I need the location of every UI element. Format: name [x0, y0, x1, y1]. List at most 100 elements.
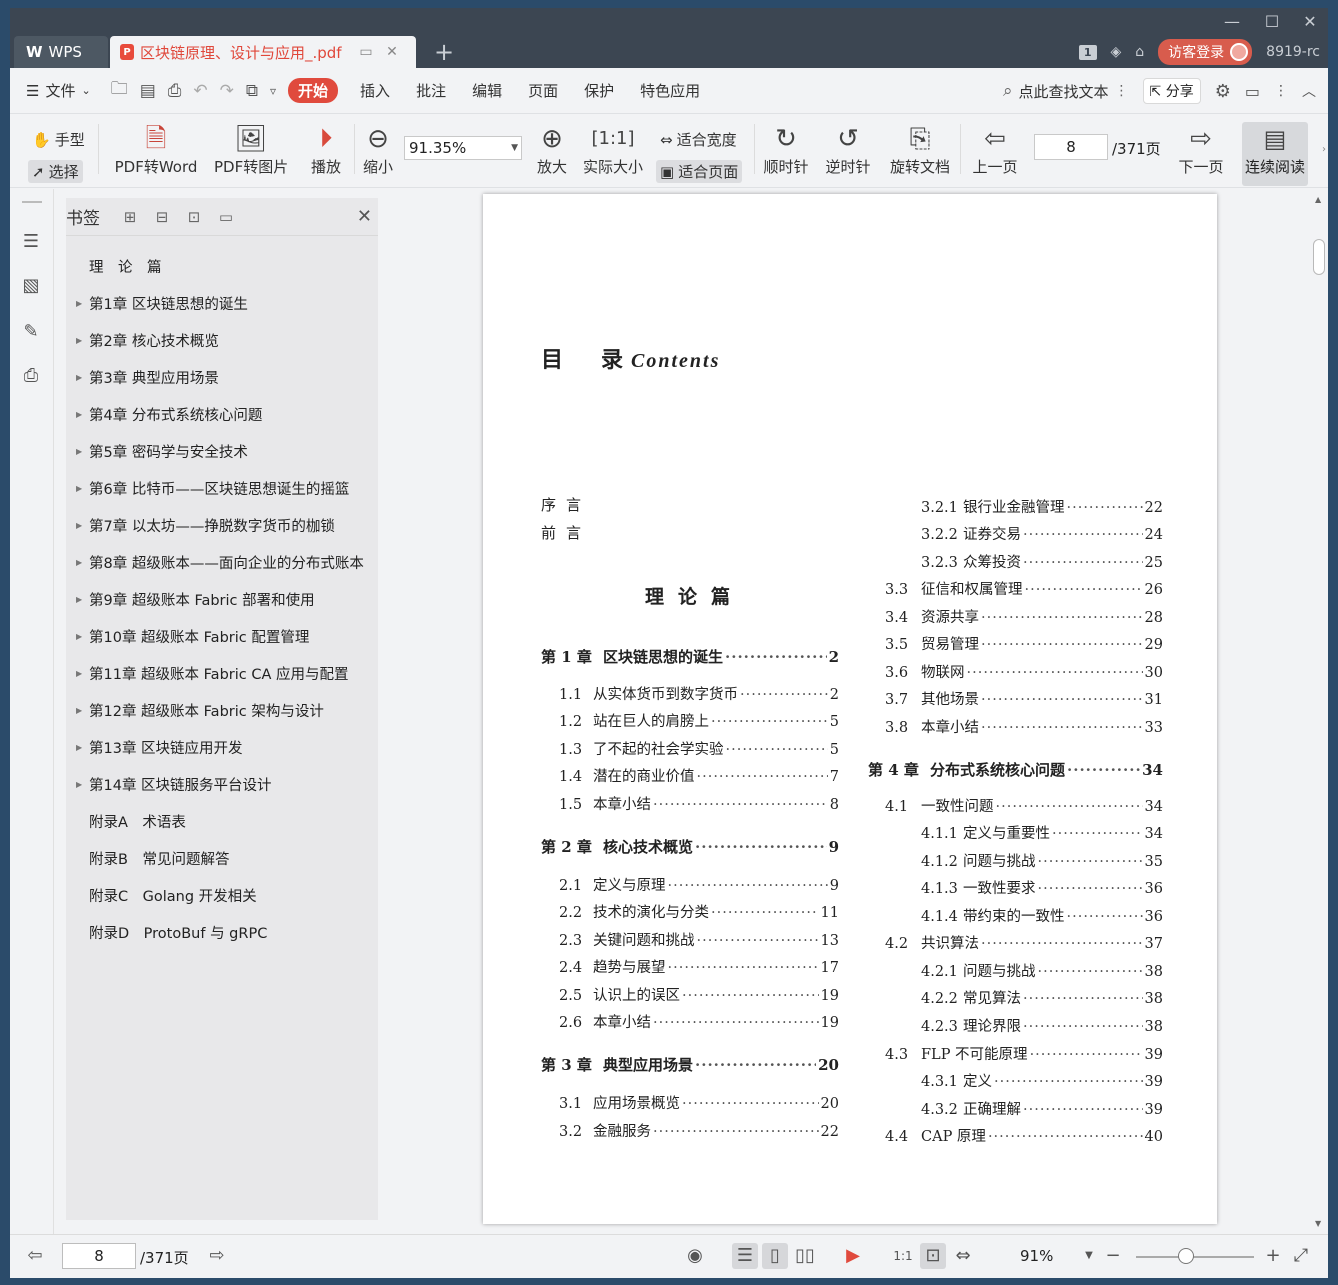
expand-triangle-icon[interactable]: ▶ [66, 595, 89, 604]
collapse-ribbon-icon[interactable]: ︿ [1302, 81, 1316, 101]
bookmark-list-icon[interactable]: ☰ [20, 231, 42, 253]
toc-entry[interactable]: 2.5 认识上的误区 19 [559, 984, 839, 1005]
expand-triangle-icon[interactable]: ▶ [66, 484, 89, 493]
bookmark-item[interactable]: ▶ 第6章 比特币——区块链思想诞生的摇篮 [66, 470, 378, 507]
bookmark-item[interactable]: ▶ 第5章 密码学与安全技术 [66, 433, 378, 470]
collapse-all-icon[interactable]: ⊟ [154, 208, 170, 226]
fit-width-small-icon[interactable]: ⇔ [950, 1243, 976, 1269]
toc-entry[interactable]: 3.2 金融服务 22 [559, 1120, 839, 1141]
pdf-to-image-button[interactable]: 🖼 PDF转图片 [214, 122, 288, 177]
zoom-out-button[interactable]: ⊖ 缩小 [360, 122, 396, 177]
ribbon-scroll-right-icon[interactable]: › [1322, 144, 1326, 155]
toc-entry[interactable]: 1.4 潜在的商业价值 7 [559, 765, 839, 786]
expand-triangle-icon[interactable]: ▶ [66, 410, 89, 419]
toc-entry[interactable]: 1.1 从实体货币到数字货币 2 [559, 683, 839, 704]
zoom-slider-knob[interactable] [1178, 1248, 1194, 1264]
continuous-view-icon[interactable]: ☰ [732, 1243, 758, 1269]
status-page-input[interactable]: 8 [62, 1243, 136, 1269]
toc-entry[interactable]: 4.2.1 问题与挑战 38 [921, 960, 1163, 981]
menu-comment[interactable]: 批注 [416, 80, 446, 101]
bookmark-item[interactable]: 附录D ProtoBuf 与 gRPC [66, 914, 378, 951]
export-icon[interactable]: ⧉ [246, 81, 258, 101]
menu-insert[interactable]: 插入 [360, 80, 390, 101]
toc-entry[interactable]: 2.2 技术的演化与分类 11 [559, 901, 839, 922]
open-folder-icon[interactable]: 🗀 [111, 76, 128, 105]
scroll-down-arrow-icon[interactable]: ▼ [1315, 1219, 1321, 1228]
bookmark-item[interactable]: ▶ 第2章 核心技术概览 [66, 322, 378, 359]
toc-entry[interactable]: 3.2.1 银行业金融管理 22 [921, 496, 1163, 517]
expand-triangle-icon[interactable]: ▶ [66, 780, 89, 789]
menu-start[interactable]: 开始 [288, 78, 339, 103]
close-window-icon[interactable]: ✕ [1300, 12, 1320, 31]
monitor-icon[interactable]: ▭ [356, 44, 376, 60]
toc-entry[interactable]: 1.3 了不起的社会学实验 5 [559, 738, 839, 759]
toc-preface[interactable]: 序言 [541, 494, 591, 515]
add-bookmark-icon[interactable]: ⊡ [186, 208, 202, 226]
toc-entry[interactable]: 4.1.3 一致性要求 36 [921, 877, 1163, 898]
scroll-up-arrow-icon[interactable]: ▲ [1315, 195, 1321, 204]
bookmark-item[interactable]: ▶ 第1章 区块链思想的诞生 [66, 285, 378, 322]
toc-entry[interactable]: 2.6 本章小结 19 [559, 1011, 839, 1032]
expand-triangle-icon[interactable]: ▶ [66, 669, 89, 678]
menu-page[interactable]: 页面 [528, 80, 558, 101]
bookmark-item[interactable]: ▶ 第9章 超级账本 Fabric 部署和使用 [66, 581, 378, 618]
document-tab[interactable]: P 区块链原理、设计与应用_.pdf ▭ ✕ [110, 36, 416, 68]
close-tab-icon[interactable]: ✕ [382, 44, 402, 60]
expand-triangle-icon[interactable]: ▶ [66, 706, 89, 715]
save-icon[interactable]: ▤ [140, 81, 156, 101]
comment-bubble-icon[interactable]: ▭ [1245, 82, 1260, 101]
close-panel-icon[interactable]: ✕ [357, 206, 372, 227]
hand-tool-button[interactable]: ✋ 手型 [28, 128, 89, 151]
toc-entry[interactable]: 2.4 趋势与展望 17 [559, 956, 839, 977]
next-page-button[interactable]: ⇨ 下一页 [1176, 122, 1226, 177]
expand-triangle-icon[interactable]: ▶ [66, 521, 89, 530]
more-dropdown-icon[interactable]: ▿ [270, 84, 276, 98]
double-page-view-icon[interactable]: ▯▯ [792, 1243, 818, 1269]
expand-triangle-icon[interactable]: ▶ [66, 447, 89, 456]
expand-triangle-icon[interactable]: ▶ [66, 558, 89, 567]
toc-entry[interactable]: 4.1.4 带约束的一致性 36 [921, 905, 1163, 926]
bookmark-item[interactable]: 附录C Golang 开发相关 [66, 877, 378, 914]
rotate-document-button[interactable]: ⎘ 旋转文档 [888, 122, 952, 177]
more-options-icon[interactable]: ⋮ [1274, 83, 1288, 99]
toc-entry[interactable]: 4.1.2 问题与挑战 35 [921, 850, 1163, 871]
expand-triangle-icon[interactable]: ▶ [66, 632, 89, 641]
bookmark-item[interactable]: ▶ 第14章 区块链服务平台设计 [66, 766, 378, 803]
menu-special[interactable]: 特色应用 [640, 80, 700, 101]
bookmark-item[interactable]: ▶ 第3章 典型应用场景 [66, 359, 378, 396]
fullscreen-icon[interactable]: ⤢ [1288, 1243, 1314, 1269]
continuous-reading-button[interactable]: ▤ 连续阅读 [1242, 122, 1308, 186]
menu-protect[interactable]: 保护 [584, 80, 614, 101]
toc-entry[interactable]: 4.2.3 理论界限 38 [921, 1015, 1163, 1036]
toc-entry[interactable]: 4.4 CAP 原理 40 [885, 1125, 1163, 1146]
bookmark-item[interactable]: ▶ 第4章 分布式系统核心问题 [66, 396, 378, 433]
drag-handle[interactable] [22, 201, 42, 203]
expand-triangle-icon[interactable]: ▶ [66, 336, 89, 345]
toc-entry[interactable]: 4.3 FLP 不可能原理 39 [885, 1043, 1163, 1064]
toc-entry[interactable]: 3.4 资源共享 28 [885, 606, 1163, 627]
toc-entry[interactable]: 2.1 定义与原理 9 [559, 874, 839, 895]
rotate-clockwise-button[interactable]: ↻ 顺时针 [762, 122, 810, 177]
skin-icon[interactable]: ◈ [1111, 44, 1122, 60]
toc-entry[interactable]: 3.8 本章小结 33 [885, 716, 1163, 737]
maximize-icon[interactable]: ☐ [1262, 12, 1282, 31]
toc-entry[interactable]: 第 1 章区块链思想的诞生 2 [541, 646, 839, 667]
undo-icon[interactable]: ↶ [193, 81, 207, 101]
bookmark-item[interactable]: ▶ 第8章 超级账本——面向企业的分布式账本 [66, 544, 378, 581]
guest-login-button[interactable]: 访客登录 [1158, 39, 1253, 65]
scrollbar-thumb[interactable] [1313, 239, 1325, 275]
zoom-plus-icon[interactable]: + [1260, 1243, 1286, 1269]
window-count-badge[interactable]: 1 [1078, 44, 1097, 60]
toc-foreword[interactable]: 前言 [541, 522, 591, 543]
actual-size-button[interactable]: [1:1] 实际大小 [582, 122, 644, 177]
bookmark-item[interactable]: ▶ 第10章 超级账本 Fabric 配置管理 [66, 618, 378, 655]
toc-entry[interactable]: 第 4 章分布式系统核心问题 34 [868, 759, 1163, 780]
select-tool-button[interactable]: ➚ 选择 [28, 160, 83, 183]
annotation-pen-icon[interactable]: ✎ [20, 321, 42, 343]
bookmark-item[interactable]: ▶ 第11章 超级账本 Fabric CA 应用与配置 [66, 655, 378, 692]
bookmark-item[interactable]: ▶ 第13章 区块链应用开发 [66, 729, 378, 766]
toc-entry[interactable]: 1.2 站在巨人的肩膀上 5 [559, 710, 839, 731]
toc-entry[interactable]: 4.2.2 常见算法 38 [921, 987, 1163, 1008]
fit-page-small-icon[interactable]: ⊡ [920, 1243, 946, 1269]
prev-page-arrow-icon[interactable]: ⇦ [22, 1243, 48, 1269]
